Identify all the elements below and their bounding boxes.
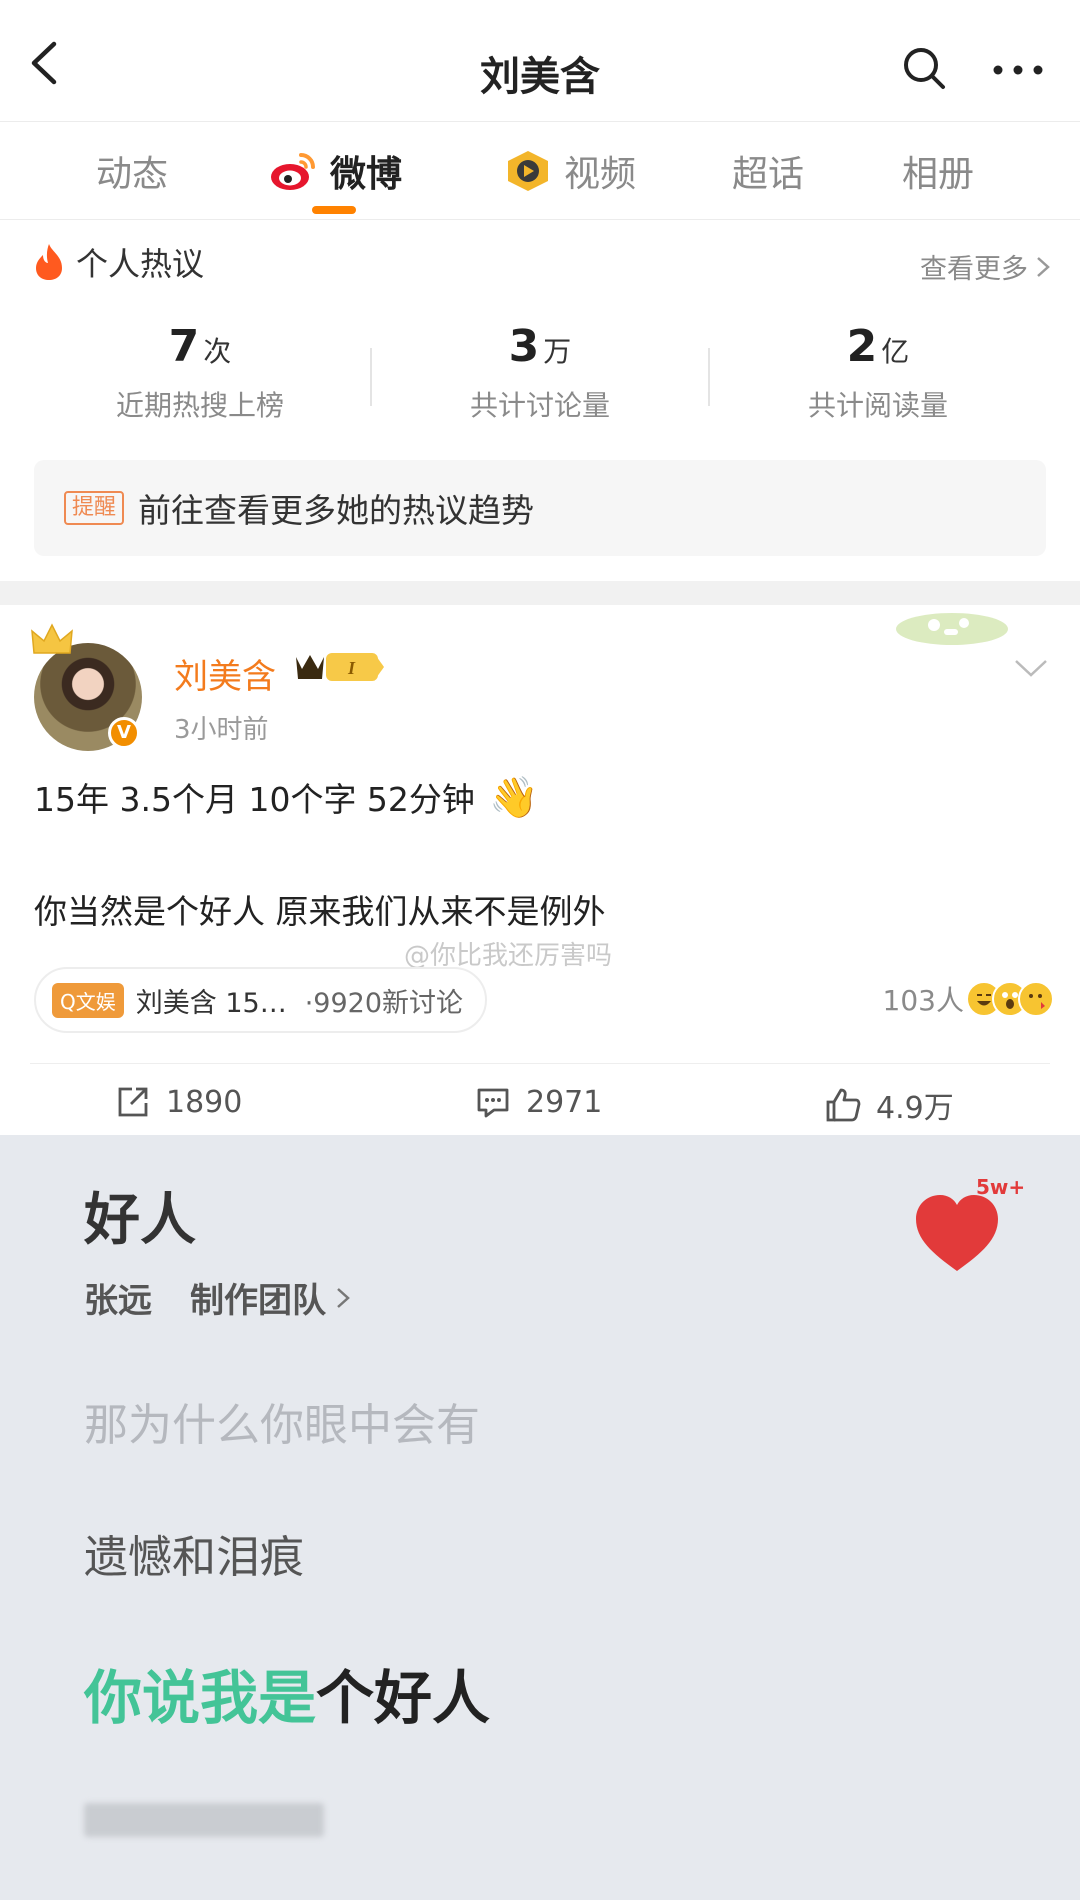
see-more-label: 查看更多 xyxy=(920,254,1028,285)
crown-icon xyxy=(31,623,73,654)
stat-number: 3 xyxy=(508,321,540,372)
chevron-right-icon xyxy=(1037,256,1050,277)
post-text-line: 15年 3.5个月 10个字 52分钟 👋 xyxy=(34,773,539,821)
stat-reads: 2亿 共计阅读量 xyxy=(708,321,1048,424)
tab-label: 相册 xyxy=(902,154,975,195)
post-text: 15年 3.5个月 10个字 52分钟 xyxy=(34,780,475,819)
hot-title: 个人热议 xyxy=(76,245,205,283)
tab-super-topic[interactable]: 超话 xyxy=(732,144,804,198)
hot-header: 个人热议 xyxy=(32,239,204,285)
chevron-right-icon xyxy=(337,1287,350,1308)
verified-badge-icon: V xyxy=(108,717,140,749)
tab-video[interactable]: 视频 xyxy=(502,144,636,198)
song-artist[interactable]: 张远 xyxy=(84,1273,152,1322)
song-meta: 张远 制作团队 xyxy=(84,1273,352,1322)
repost-button[interactable]: 1890 xyxy=(114,1083,242,1121)
decoration-sticker-icon xyxy=(896,613,1008,645)
stat-divider xyxy=(708,348,710,406)
stat-number: 2 xyxy=(846,321,878,372)
stat-divider xyxy=(370,348,372,406)
reminder-tag: 提醒 xyxy=(64,491,125,525)
blurred-lyric-shape xyxy=(84,1803,324,1837)
trend-reminder-banner[interactable]: 提醒 前往查看更多她的热议趋势 xyxy=(34,460,1046,556)
vip-member-badge-icon[interactable]: I xyxy=(290,647,386,687)
comment-button[interactable]: 2971 xyxy=(474,1083,602,1121)
song-title: 好人 xyxy=(84,1188,196,1253)
like-count: 4.9万 xyxy=(876,1091,954,1126)
lyric-unsung-part: 个好人 xyxy=(316,1664,491,1732)
chevron-down-icon[interactable] xyxy=(1012,657,1050,681)
post-timestamp: 3小时前 xyxy=(174,715,269,745)
kissing-emoji-icon xyxy=(1018,981,1054,1017)
stat-unit: 亿 xyxy=(881,335,910,368)
stat-unit: 次 xyxy=(203,335,232,368)
comment-count: 2971 xyxy=(526,1084,603,1120)
fire-icon xyxy=(36,244,62,280)
topic-discussion-count: ·9920新讨论 xyxy=(304,987,463,1019)
stat-label: 共计讨论量 xyxy=(469,389,610,422)
weibo-logo-icon xyxy=(271,153,315,190)
favorite-count: 5w+ xyxy=(976,1175,1026,1199)
tab-label: 超话 xyxy=(732,154,805,195)
search-icon[interactable] xyxy=(900,44,948,92)
repost-icon xyxy=(118,1087,148,1117)
comment-icon xyxy=(477,1088,509,1118)
profile-tabs: 动态 微博 视频 超话 相册 xyxy=(0,122,1080,220)
tab-label: 微博 xyxy=(330,154,403,195)
reminder-text: 前往查看更多她的热议趋势 xyxy=(138,491,535,530)
stat-discussion: 3万 共计讨论量 xyxy=(370,321,710,424)
tab-dynamic[interactable]: 动态 xyxy=(96,144,168,198)
production-team-link[interactable]: 制作团队 xyxy=(190,1273,326,1322)
waving-hand-emoji: 👋 xyxy=(488,774,539,821)
heart-icon xyxy=(916,1195,998,1271)
reactors-count: 103人 xyxy=(882,984,964,1017)
tab-label: 视频 xyxy=(564,154,637,195)
active-tab-indicator xyxy=(312,206,356,214)
tab-label: 动态 xyxy=(96,154,169,195)
video-badge-icon xyxy=(508,151,548,191)
lyric-line-current: 你说我是个好人 xyxy=(84,1651,490,1735)
stat-hot-search: 7次 近期热搜上榜 xyxy=(30,321,370,424)
stat-unit: 万 xyxy=(543,335,572,368)
top-navbar: 刘美含 xyxy=(0,0,1080,122)
topic-chip[interactable]: Q文娱 刘美含 15… ·9920新讨论 xyxy=(34,967,487,1033)
lyric-sung-part: 你说我是 xyxy=(84,1664,317,1732)
avatar[interactable]: V xyxy=(30,623,148,753)
weibo-profile-page: 刘美含 动态 微博 视频 超话 相册 个人热议 查看更多 7 次 近期热搜上榜 … xyxy=(0,0,1080,1900)
song-lyrics-card: 好人 张远 制作团队 5w+ 那为什么你眼中会有 遗憾和泪痕 你说我是个好人 xyxy=(0,1135,1080,1900)
lyric-line: 那为什么你眼中会有 xyxy=(84,1400,480,1451)
post-divider xyxy=(30,1063,1050,1064)
stat-label: 共计阅读量 xyxy=(807,389,948,422)
post-author-name[interactable]: 刘美含 xyxy=(174,649,276,698)
weibo-post: V 刘美含 I 3小时前 15年 3.5个月 10个字 52分钟 👋 你当然是个… xyxy=(0,605,1080,1135)
svg-text:I: I xyxy=(347,658,356,678)
repost-count: 1890 xyxy=(166,1084,243,1120)
see-more-link[interactable]: 查看更多 xyxy=(920,247,1052,286)
section-gap xyxy=(0,581,1080,605)
reaction-summary[interactable]: 103人 xyxy=(883,979,1054,1019)
stats-row: 7次 近期热搜上榜 3万 共计讨论量 2亿 共计阅读量 xyxy=(0,321,1080,431)
post-text-line: 你当然是个好人 原来我们从来不是例外 xyxy=(34,892,606,931)
topic-title: 刘美含 15… xyxy=(135,987,287,1019)
favorite-button[interactable]: 5w+ xyxy=(912,1175,1032,1275)
stat-label: 近期热搜上榜 xyxy=(115,389,284,422)
like-button[interactable]: 4.9万 xyxy=(824,1083,954,1127)
thumbs-up-icon xyxy=(826,1088,861,1122)
lyric-line-blurred xyxy=(84,1795,324,1856)
more-options-icon[interactable] xyxy=(990,50,1046,90)
tab-album[interactable]: 相册 xyxy=(902,144,974,198)
lyric-line: 遗憾和泪痕 xyxy=(84,1532,304,1583)
stat-number: 7 xyxy=(168,321,200,372)
topic-tag: Q文娱 xyxy=(52,982,124,1018)
tab-weibo[interactable]: 微博 xyxy=(268,144,402,198)
